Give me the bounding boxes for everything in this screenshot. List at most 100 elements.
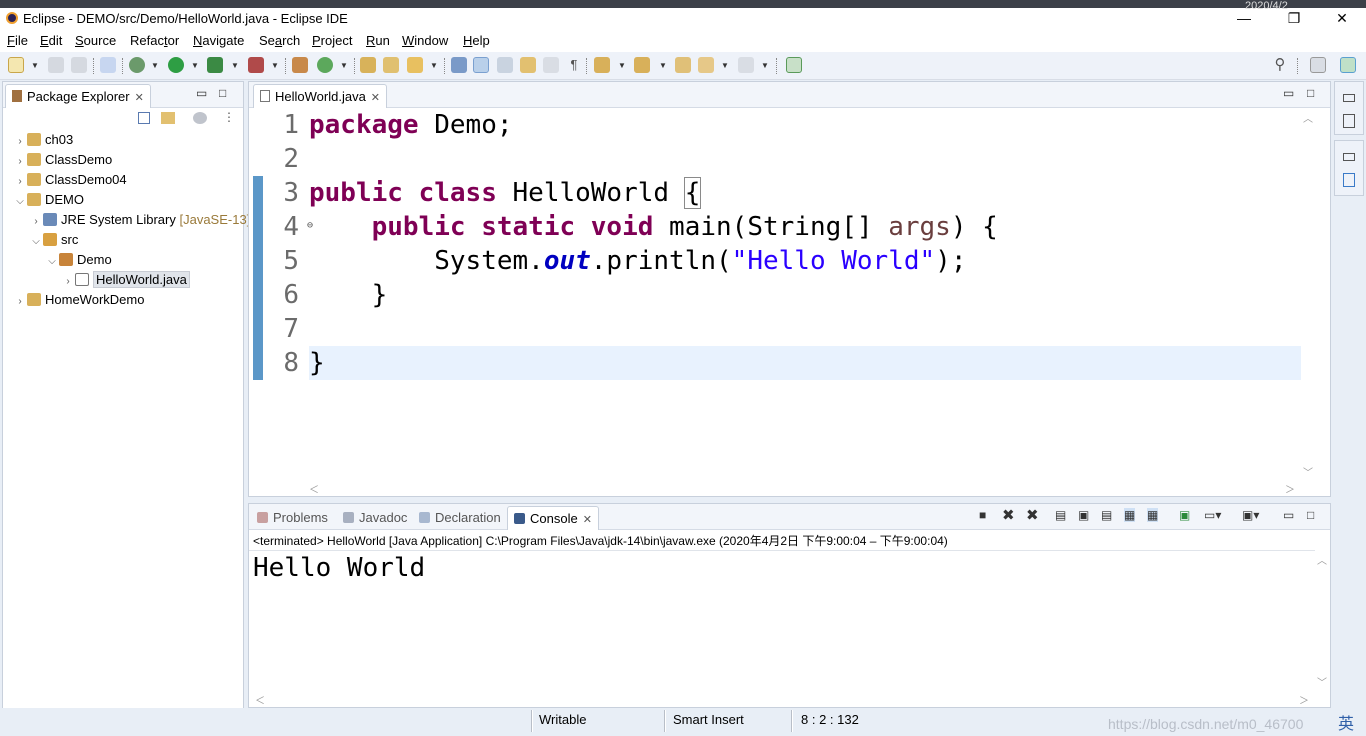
chevron-right-icon[interactable]: › (29, 212, 43, 232)
code-text[interactable]: package Demo; public class HelloWorld { … (309, 108, 1299, 480)
pilcrow-icon[interactable]: ¶ (566, 57, 582, 73)
back-dropdown-icon[interactable]: ▼ (721, 61, 729, 70)
outline-icon[interactable] (1343, 173, 1355, 187)
remove-all-launches-icon[interactable]: ✖ (1026, 506, 1039, 524)
minimize-view-icon[interactable]: ▭ (196, 86, 207, 100)
maximize-view-icon[interactable]: □ (1307, 86, 1314, 100)
previous-annotation-icon[interactable] (634, 57, 650, 73)
java-perspective-icon[interactable] (1340, 57, 1356, 73)
show-whitespace-icon[interactable] (543, 57, 559, 73)
console-vertical-scrollbar[interactable]: ︿ ﹀ (1315, 550, 1329, 690)
menu-search[interactable]: Search (259, 33, 300, 48)
run-icon[interactable] (168, 57, 184, 73)
close-icon[interactable]: ✕ (371, 92, 380, 104)
new-icon[interactable] (8, 57, 24, 73)
menu-window[interactable]: Window (402, 33, 448, 48)
close-window-button[interactable]: ✕ (1320, 9, 1364, 27)
terminate-icon[interactable]: ■ (979, 508, 986, 522)
back-icon[interactable] (698, 57, 714, 73)
tab-package-explorer[interactable]: Package Explorer ✕ (5, 84, 151, 108)
word-wrap-console-icon[interactable]: ▤ (1101, 508, 1112, 522)
menu-file[interactable]: File (7, 33, 28, 48)
forward-icon[interactable] (738, 57, 754, 73)
tab-console[interactable]: Console ✕ (507, 506, 599, 530)
new-class-icon[interactable] (317, 57, 333, 73)
word-wrap-icon[interactable] (497, 57, 513, 73)
scroll-up-icon[interactable]: ︿ (1317, 552, 1327, 567)
console-horizontal-scrollbar[interactable]: ＜ ＞ (249, 691, 1315, 707)
skip-breakpoints-icon[interactable] (100, 57, 116, 73)
new-dropdown-icon[interactable]: ▼ (31, 61, 39, 70)
tab-problems[interactable]: Problems (251, 506, 334, 530)
coverage-icon[interactable] (207, 57, 223, 73)
debug-icon[interactable] (129, 57, 145, 73)
tree-item-classdemo[interactable]: › ClassDemo (13, 150, 112, 170)
scroll-down-icon[interactable]: ﹀ (1303, 464, 1313, 479)
menu-refactor[interactable]: Refactor (130, 33, 179, 48)
menu-project[interactable]: Project (312, 33, 352, 48)
status-insert-mode[interactable]: Smart Insert (673, 712, 744, 727)
open-task-icon[interactable] (383, 57, 399, 73)
debug-dropdown-icon[interactable]: ▼ (151, 61, 159, 70)
clear-console-icon[interactable]: ▤ (1055, 508, 1066, 522)
pin-editor-icon[interactable] (786, 57, 802, 73)
restore-button[interactable]: ❐ (1272, 9, 1316, 27)
tab-javadoc[interactable]: Javadoc (337, 506, 413, 530)
tree-item-helloworld-java[interactable]: › HelloWorld.java (61, 270, 190, 290)
search-tool-icon[interactable] (407, 57, 423, 73)
chevron-right-icon[interactable]: › (61, 272, 75, 292)
tab-declaration[interactable]: Declaration (413, 506, 507, 530)
new-class-dropdown-icon[interactable]: ▼ (340, 61, 348, 70)
scroll-right-icon[interactable]: ＞ (1285, 481, 1295, 496)
close-icon[interactable]: ✕ (583, 514, 592, 526)
show-on-output-icon[interactable]: ▦ (1124, 508, 1136, 522)
console-output-area[interactable]: Hello World (249, 550, 1315, 690)
minimize-view-icon[interactable]: ▭ (1283, 86, 1294, 100)
external-tools-icon[interactable] (248, 57, 264, 73)
save-icon[interactable] (48, 57, 64, 73)
maximize-view-icon[interactable]: □ (219, 86, 226, 100)
block-selection-icon[interactable] (520, 57, 536, 73)
tree-item-jre-system-library[interactable]: › JRE System Library [JavaSE-13] (29, 210, 250, 230)
code-editor[interactable]: 1 2 3 4 5 6 7 8 ⊖ package Demo; public class Hel… (253, 108, 1319, 480)
tree-item-ch03[interactable]: › ch03 (13, 130, 73, 150)
previous-annotation-dropdown-icon[interactable]: ▼ (659, 61, 667, 70)
tree-item-src[interactable]: ⌵ src (29, 230, 78, 250)
next-annotation-icon[interactable] (594, 57, 610, 73)
scroll-left-icon[interactable]: ＜ (309, 481, 319, 496)
mark-occurrences-icon[interactable] (473, 57, 489, 73)
view-menu-icon[interactable]: ⋮ (223, 110, 235, 124)
show-on-error-icon[interactable]: ▦ (1147, 508, 1159, 522)
open-console-icon[interactable]: ▣▾ (1242, 508, 1259, 522)
next-annotation-dropdown-icon[interactable]: ▼ (618, 61, 626, 70)
remove-launch-icon[interactable]: ✖ (1002, 506, 1015, 524)
run-dropdown-icon[interactable]: ▼ (191, 61, 199, 70)
tree-item-homeworkdemo[interactable]: › HomeWorkDemo (13, 290, 144, 310)
search-icon[interactable]: ⚲ (1272, 57, 1288, 73)
maximize-view-icon[interactable]: □ (1307, 508, 1314, 522)
menu-help[interactable]: Help (463, 33, 490, 48)
menu-run[interactable]: Run (366, 33, 390, 48)
minimize-button[interactable]: — (1222, 9, 1266, 27)
search-dropdown-icon[interactable]: ▼ (430, 61, 438, 70)
task-list-icon[interactable] (1343, 114, 1355, 128)
tree-item-classdemo04[interactable]: › ClassDemo04 (13, 170, 126, 190)
tree-item-demo[interactable]: ⌵ Demo (45, 250, 111, 270)
tree-item-demo[interactable]: ⌵ DEMO (13, 190, 84, 210)
new-java-project-icon[interactable] (292, 57, 308, 73)
forward-dropdown-icon[interactable]: ▼ (761, 61, 769, 70)
focus-icon[interactable] (193, 112, 207, 124)
editor-horizontal-scrollbar[interactable]: ＜ ＞ (305, 480, 1301, 496)
save-all-icon[interactable] (71, 57, 87, 73)
collapse-all-icon[interactable] (138, 112, 150, 124)
scroll-left-icon[interactable]: ＜ (255, 692, 265, 707)
scroll-down-icon[interactable]: ﹀ (1317, 674, 1327, 689)
scroll-lock-icon[interactable]: ▣ (1078, 508, 1089, 522)
display-console-icon[interactable]: ▭▾ (1204, 508, 1221, 522)
tab-helloworld-java[interactable]: HelloWorld.java ✕ (253, 84, 388, 108)
scroll-up-icon[interactable]: ︿ (1303, 110, 1313, 125)
chevron-right-icon[interactable]: › (13, 292, 27, 312)
chevron-down-icon[interactable]: ⌵ (13, 192, 27, 212)
close-icon[interactable]: ✕ (135, 92, 144, 104)
minimize-view-icon[interactable]: ▭ (1283, 508, 1294, 522)
